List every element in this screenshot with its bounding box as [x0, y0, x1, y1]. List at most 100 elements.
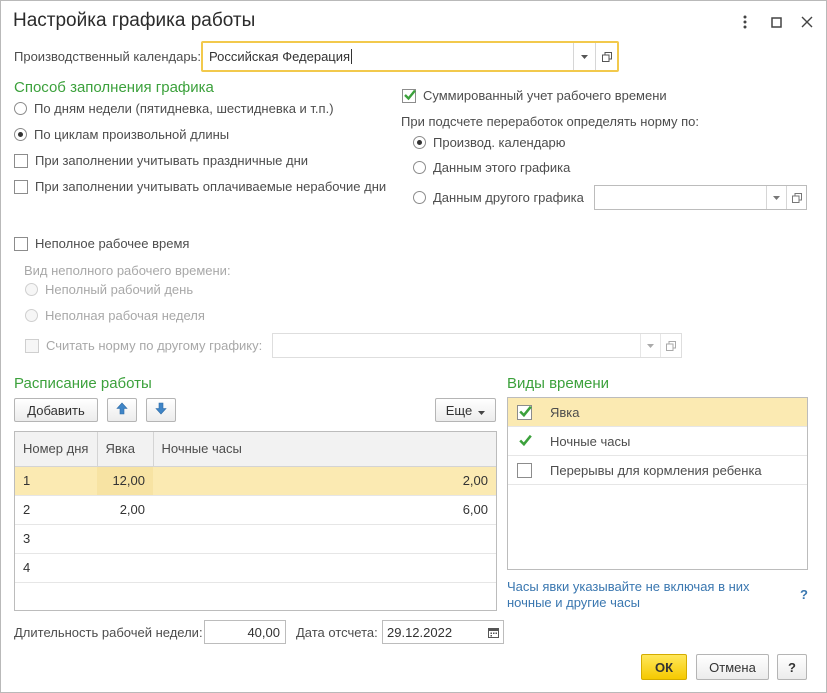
norm-by-this-schedule-option[interactable]: Данным этого графика: [413, 160, 570, 175]
column-header-day[interactable]: Номер дня: [15, 432, 98, 466]
add-row-button[interactable]: Добавить: [14, 398, 98, 422]
list-item[interactable]: Перерывы для кормления ребенка: [508, 456, 807, 485]
norm-other-dropdown-icon[interactable]: [640, 334, 660, 357]
table-row[interactable]: 1 12,00 2,00: [15, 466, 496, 495]
list-item[interactable]: Ночные часы: [508, 427, 807, 456]
fill-by-cycles-option[interactable]: По циклам произвольной длины: [14, 127, 229, 142]
help-mark-icon[interactable]: ?: [800, 587, 808, 602]
cell-day[interactable]: 1: [15, 466, 97, 495]
cell-attendance[interactable]: 2,00: [97, 495, 153, 524]
norm-other-open-icon[interactable]: [660, 334, 681, 357]
part-time-week-option[interactable]: Неполная рабочая неделя: [25, 308, 205, 323]
text-caret: [351, 49, 353, 64]
norm-other-schedule-select[interactable]: [272, 333, 682, 358]
ref-date-value: 29.12.2022: [387, 625, 453, 640]
calendar-dropdown-icon[interactable]: [573, 43, 595, 70]
cell-day[interactable]: 2: [15, 495, 97, 524]
table-row[interactable]: 2 2,00 6,00: [15, 495, 496, 524]
maximize-icon[interactable]: [765, 11, 787, 33]
close-icon[interactable]: [796, 11, 818, 33]
part-time-checkbox[interactable]: Неполное рабочее время: [14, 236, 189, 251]
consider-paid-nonworking-checkbox[interactable]: При заполнении учитывать оплачиваемые не…: [14, 179, 386, 194]
radio-icon[interactable]: [413, 191, 426, 204]
more-actions-button[interactable]: Еще: [435, 398, 496, 422]
more-icon[interactable]: [734, 11, 756, 33]
norm-by-this-schedule-label: Данным этого графика: [433, 160, 571, 175]
calendar-label: Производственный календарь:: [14, 49, 201, 64]
calendar-icon[interactable]: [483, 621, 503, 643]
part-time-day-label: Неполный рабочий день: [45, 282, 194, 297]
dialog-title: Настройка графика работы: [13, 10, 256, 31]
part-time-week-label: Неполная рабочая неделя: [45, 308, 205, 323]
norm-by-other-schedule-option[interactable]: Данным другого графика: [413, 190, 584, 205]
help-button[interactable]: ?: [777, 654, 807, 680]
move-up-button[interactable]: [107, 398, 137, 422]
ref-date-label: Дата отсчета:: [296, 625, 378, 640]
cell-attendance[interactable]: [97, 553, 153, 582]
consider-holidays-checkbox[interactable]: При заполнении учитывать праздничные дни: [14, 153, 308, 168]
checkbox-icon[interactable]: [14, 236, 28, 251]
checkbox-checked-icon[interactable]: [517, 404, 532, 420]
schedule-table[interactable]: Номер дня Явка Ночные часы 1 12,00 2,00 …: [14, 431, 497, 611]
cell-attendance[interactable]: 12,00: [97, 466, 153, 495]
radio-disabled-icon[interactable]: [25, 283, 38, 296]
summarized-accounting-label: Суммированный учет рабочего времени: [423, 88, 667, 103]
dialog-window: Настройка графика работы Производственны…: [0, 0, 827, 693]
calendar-value: Российская Федерация: [209, 49, 351, 64]
table-row[interactable]: 3: [15, 524, 496, 553]
cell-day[interactable]: 3: [15, 524, 97, 553]
other-schedule-select[interactable]: [594, 185, 807, 210]
column-header-night[interactable]: Ночные часы: [153, 432, 496, 466]
checkbox-icon[interactable]: [14, 179, 28, 194]
cell-night[interactable]: 2,00: [153, 466, 496, 495]
cell-night[interactable]: [153, 553, 496, 582]
other-schedule-dropdown-icon[interactable]: [766, 186, 786, 209]
time-types-list[interactable]: Явка Ночные часы Перерывы для кормления …: [507, 397, 808, 570]
arrow-down-icon: [155, 402, 167, 418]
calendar-select[interactable]: Российская Федерация: [201, 41, 619, 72]
consider-holidays-label: При заполнении учитывать праздничные дни: [35, 153, 309, 168]
checkbox-icon[interactable]: [517, 462, 532, 478]
arrow-up-icon: [116, 402, 128, 418]
cell-attendance[interactable]: [97, 524, 153, 553]
summarized-accounting-checkbox[interactable]: Суммированный учет рабочего времени: [402, 88, 667, 103]
time-type-label: Перерывы для кормления ребенка: [550, 462, 762, 478]
norm-by-calendar-label: Производ. календарю: [433, 135, 566, 150]
checkbox-disabled-icon[interactable]: [25, 338, 39, 353]
time-types-hint: Часы явки указывайте не включая в них но…: [507, 579, 750, 610]
checkbox-checked-icon[interactable]: [517, 433, 532, 449]
part-time-kind-label: Вид неполного рабочего времени:: [24, 263, 231, 278]
cell-day[interactable]: 4: [15, 553, 97, 582]
fill-method-title: Способ заполнения графика: [14, 79, 214, 96]
list-item[interactable]: Явка: [508, 398, 807, 427]
norm-by-label: При подсчете переработок определять норм…: [401, 114, 700, 129]
ok-button[interactable]: ОК: [641, 654, 687, 680]
time-type-label: Ночные часы: [550, 433, 631, 449]
table-header: Номер дня Явка Ночные часы: [15, 432, 496, 466]
checkbox-checked-icon[interactable]: [402, 88, 416, 103]
norm-by-calendar-option[interactable]: Производ. календарю: [413, 135, 566, 150]
radio-disabled-icon[interactable]: [25, 309, 38, 322]
calendar-open-icon[interactable]: [595, 43, 617, 70]
week-length-input[interactable]: 40,00: [204, 620, 286, 644]
radio-icon[interactable]: [14, 102, 27, 115]
cancel-button[interactable]: Отмена: [696, 654, 769, 680]
norm-other-schedule-checkbox[interactable]: Считать норму по другому графику:: [25, 338, 262, 353]
radio-icon[interactable]: [413, 161, 426, 174]
norm-other-schedule-label: Считать норму по другому графику:: [46, 338, 263, 353]
fill-by-cycles-label: По циклам произвольной длины: [34, 127, 230, 142]
cell-night[interactable]: 6,00: [153, 495, 496, 524]
table-row[interactable]: 4: [15, 553, 496, 582]
fill-by-weekdays-option[interactable]: По дням недели (пятидневка, шестидневка …: [14, 101, 334, 116]
schedule-title: Расписание работы: [14, 375, 152, 392]
ref-date-input[interactable]: 29.12.2022: [382, 620, 504, 644]
other-schedule-open-icon[interactable]: [786, 186, 807, 209]
cell-night[interactable]: [153, 524, 496, 553]
column-header-attendance[interactable]: Явка: [97, 432, 154, 466]
checkbox-icon[interactable]: [14, 153, 28, 168]
radio-selected-icon[interactable]: [413, 136, 426, 149]
radio-selected-icon[interactable]: [14, 128, 27, 141]
move-down-button[interactable]: [146, 398, 176, 422]
time-types-title: Виды времени: [507, 375, 610, 392]
part-time-day-option[interactable]: Неполный рабочий день: [25, 282, 193, 297]
